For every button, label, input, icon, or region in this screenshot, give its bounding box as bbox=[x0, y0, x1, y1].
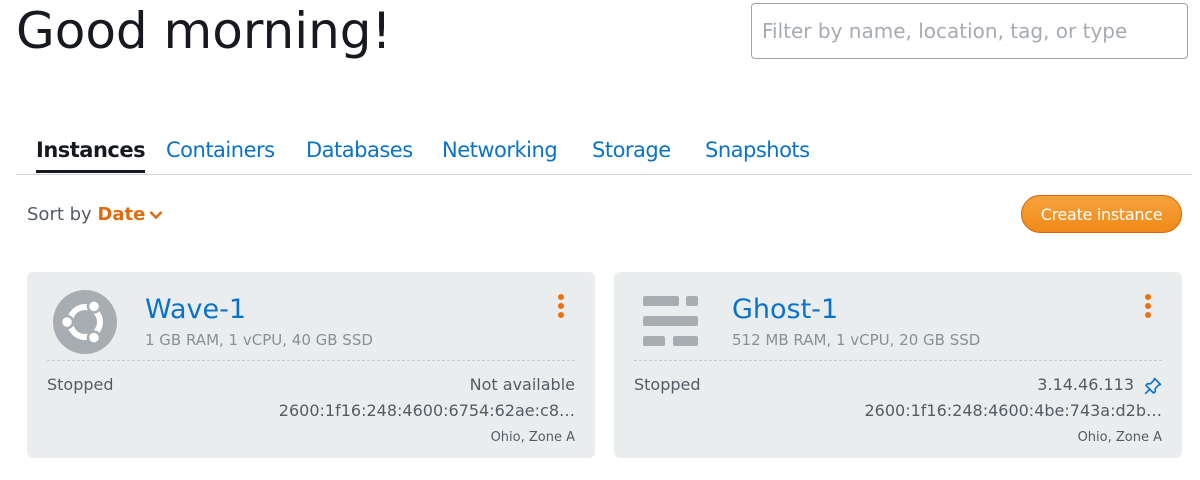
resource-tabs: Instances Containers Databases Networkin… bbox=[16, 128, 1192, 175]
kebab-dot bbox=[1145, 303, 1151, 309]
kebab-dot bbox=[558, 303, 564, 309]
instance-name-link[interactable]: Ghost-1 bbox=[732, 294, 838, 325]
instance-ip: Not available bbox=[470, 375, 575, 394]
instance-ipv6: 2600:1f16:248:4600:4be:743a:d2b… bbox=[864, 401, 1162, 420]
sort-value: Date bbox=[97, 204, 146, 225]
instance-specs: 512 MB RAM, 1 vCPU, 20 GB SSD bbox=[732, 331, 981, 349]
ghost-icon bbox=[643, 296, 698, 346]
tab-snapshots[interactable]: Snapshots bbox=[705, 138, 810, 162]
tab-networking[interactable]: Networking bbox=[442, 138, 558, 162]
public-ip: 3.14.46.113 bbox=[1037, 375, 1134, 394]
kebab-dot bbox=[558, 312, 564, 318]
instance-name-link[interactable]: Wave-1 bbox=[145, 294, 246, 325]
instance-zone: Ohio, Zone A bbox=[490, 430, 575, 445]
instance-actions-menu[interactable] bbox=[1140, 294, 1156, 324]
instance-state: Stopped bbox=[47, 375, 114, 394]
chevron-down-icon bbox=[149, 211, 163, 220]
sort-control: Sort by Date bbox=[27, 204, 163, 225]
kebab-dot bbox=[1145, 312, 1151, 318]
instance-specs: 1 GB RAM, 1 vCPU, 40 GB SSD bbox=[145, 331, 373, 349]
kebab-dot bbox=[1145, 294, 1151, 300]
instance-ip: 3.14.46.113 bbox=[1037, 375, 1162, 395]
sort-label: Sort by bbox=[27, 204, 92, 225]
card-divider bbox=[634, 360, 1162, 361]
public-ip: Not available bbox=[469, 375, 575, 394]
ubuntu-icon bbox=[53, 290, 117, 354]
create-instance-button[interactable]: Create instance bbox=[1021, 195, 1182, 233]
greeting: Good morning! bbox=[16, 2, 392, 60]
instance-ipv6: 2600:1f16:248:4600:6754:62ae:c8… bbox=[278, 401, 575, 420]
tab-instances[interactable]: Instances bbox=[36, 138, 146, 173]
tab-storage[interactable]: Storage bbox=[592, 138, 671, 162]
filter-input[interactable] bbox=[751, 3, 1188, 59]
instance-state: Stopped bbox=[634, 375, 701, 394]
instance-card: Wave-1 1 GB RAM, 1 vCPU, 40 GB SSD Stopp… bbox=[27, 272, 595, 458]
tab-databases[interactable]: Databases bbox=[306, 138, 413, 162]
instance-card: Ghost-1 512 MB RAM, 1 vCPU, 20 GB SSD St… bbox=[614, 272, 1182, 458]
card-divider bbox=[47, 360, 575, 361]
instance-zone: Ohio, Zone A bbox=[1077, 430, 1162, 445]
kebab-dot bbox=[558, 294, 564, 300]
static-ip-pin-icon[interactable] bbox=[1144, 377, 1162, 395]
instance-actions-menu[interactable] bbox=[553, 294, 569, 324]
tab-containers[interactable]: Containers bbox=[166, 138, 275, 162]
sort-dropdown[interactable]: Date bbox=[97, 204, 163, 225]
